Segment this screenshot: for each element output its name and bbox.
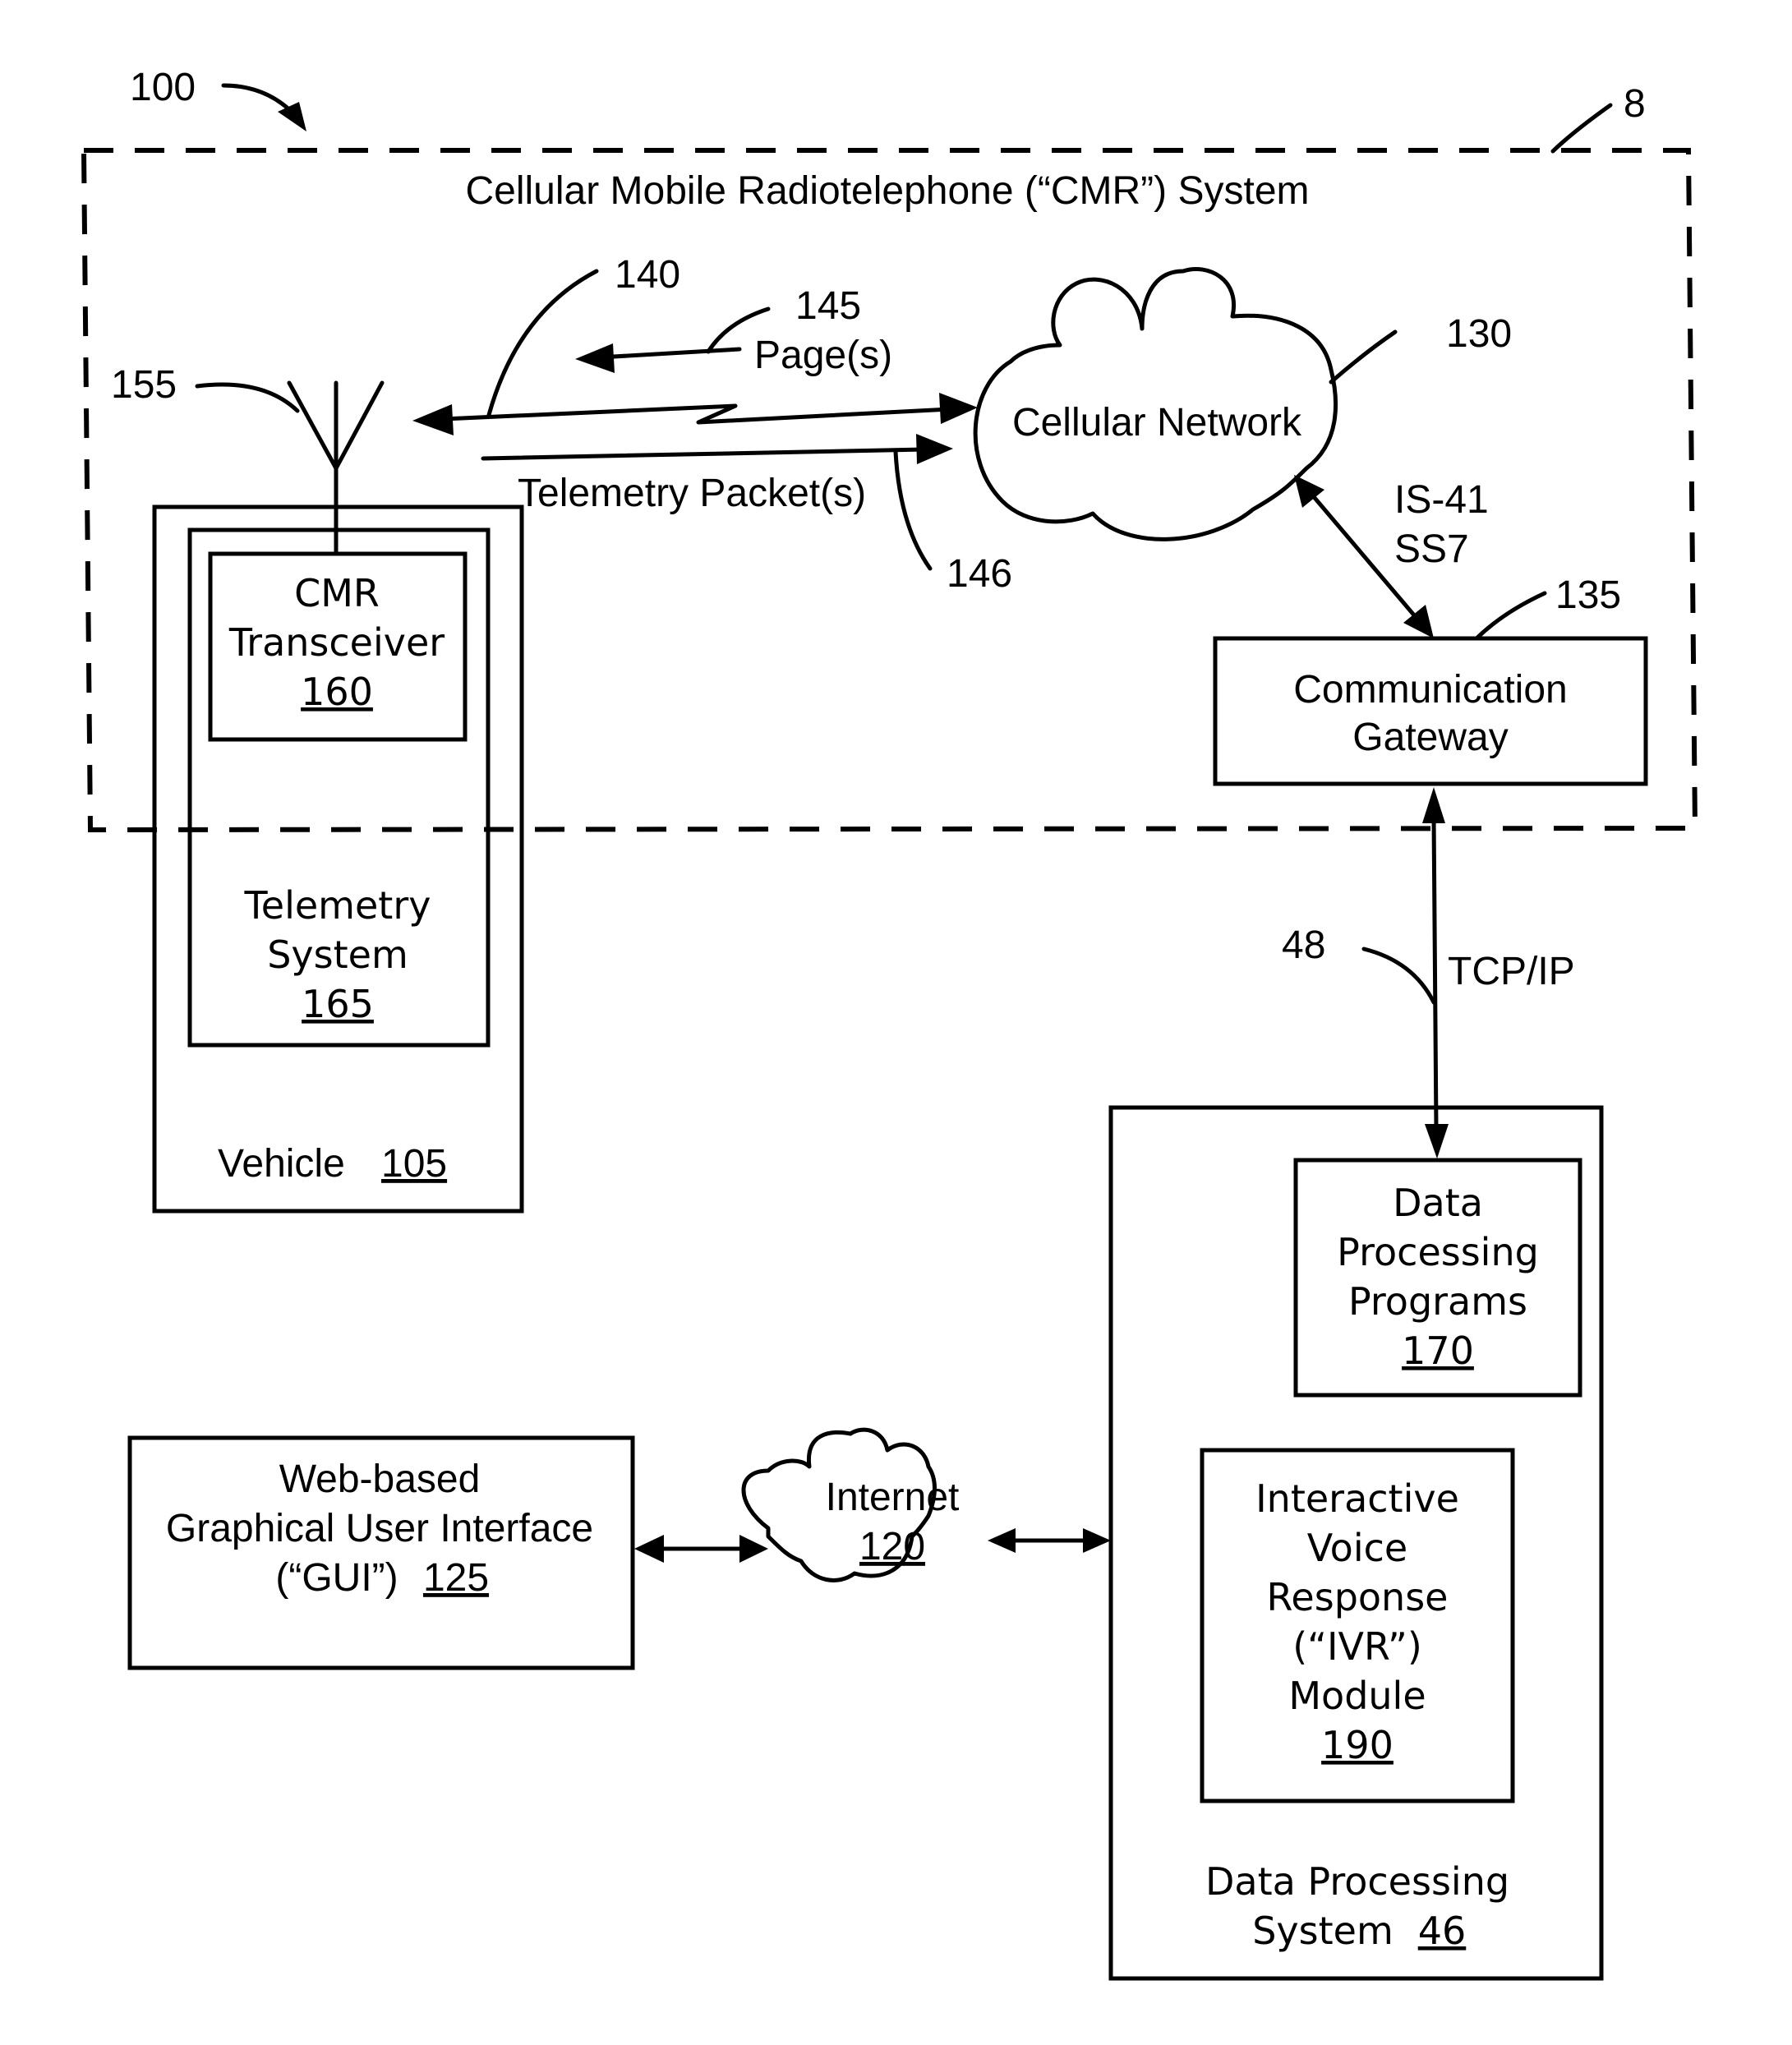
ivr-line1: Interactive bbox=[1255, 1476, 1459, 1521]
ref-146: 146 bbox=[947, 552, 1012, 596]
cmr-transceiver-line1: CMR bbox=[294, 571, 380, 615]
system-diagram: 100 Cellular Mobile Radiotelephone (“CMR… bbox=[81, 66, 1698, 1981]
internet-dps-right-arrowhead bbox=[1083, 1528, 1111, 1553]
ref-140: 140 bbox=[615, 253, 680, 297]
internet-dps-left-arrowhead bbox=[988, 1528, 1016, 1553]
ref-130: 130 bbox=[1446, 312, 1512, 356]
gui-internet-left-arrowhead bbox=[634, 1535, 664, 1563]
vehicle-label: Vehicle bbox=[218, 1142, 345, 1186]
wireless-link-right-arrowhead bbox=[939, 393, 978, 424]
ref-8: 8 bbox=[1624, 82, 1646, 126]
pages-arrowhead bbox=[575, 343, 615, 373]
dps-line1: Data Processing bbox=[1205, 1859, 1509, 1904]
dpp-ref: 170 bbox=[1402, 1329, 1474, 1373]
gui-internet-right-arrowhead bbox=[739, 1535, 768, 1563]
wireless-link-left-arrowhead bbox=[412, 404, 454, 435]
ref-146-leader bbox=[893, 449, 933, 571]
tcpip-top-arrowhead bbox=[1422, 787, 1445, 823]
ref-8-leader bbox=[1550, 103, 1613, 154]
dpp-line2: Processing bbox=[1337, 1230, 1539, 1274]
internet-ref: 120 bbox=[859, 1525, 925, 1568]
ref-155-leader bbox=[195, 382, 300, 413]
internet-label: Internet bbox=[826, 1476, 960, 1519]
dps-ref: 46 bbox=[1418, 1909, 1467, 1953]
is41-label: IS-41 bbox=[1394, 478, 1489, 522]
dps-line2: System bbox=[1252, 1909, 1394, 1953]
cmr-transceiver-line2: Transceiver bbox=[228, 620, 445, 665]
dpp-line1: Data bbox=[1393, 1181, 1483, 1225]
ivr-line4: (“IVR”) bbox=[1292, 1624, 1422, 1669]
telemetry-system-line1: Telemetry bbox=[244, 883, 431, 928]
telemetry-packets-arrow bbox=[481, 447, 927, 461]
ref-48: 48 bbox=[1282, 923, 1325, 967]
gui-line3: (“GUI”) bbox=[275, 1556, 398, 1600]
gateway-line1: Communication bbox=[1293, 668, 1567, 712]
ivr-ref: 190 bbox=[1321, 1723, 1394, 1767]
telemetry-system-ref: 165 bbox=[302, 982, 374, 1026]
dpp-line3: Programs bbox=[1348, 1279, 1527, 1324]
gui-line2: Graphical User Interface bbox=[166, 1507, 593, 1550]
ref-135: 135 bbox=[1555, 573, 1621, 617]
wireless-link-line bbox=[441, 403, 951, 425]
cmr-transceiver-ref: 160 bbox=[301, 670, 373, 714]
ivr-line2: Voice bbox=[1307, 1526, 1407, 1570]
ref-140-leader bbox=[486, 269, 599, 417]
ref-155: 155 bbox=[111, 363, 177, 407]
tcpip-bottom-arrowhead bbox=[1425, 1124, 1449, 1158]
antenna-icon bbox=[287, 380, 385, 555]
ref-135-leader bbox=[1474, 591, 1547, 641]
gui-line1: Web-based bbox=[279, 1458, 481, 1501]
gateway-line2: Gateway bbox=[1352, 716, 1508, 759]
ref-100-arrowhead bbox=[278, 102, 306, 131]
cmr-system-title: Cellular Mobile Radiotelephone (“CMR”) S… bbox=[465, 169, 1309, 213]
ref-130-leader bbox=[1329, 329, 1398, 385]
ivr-line5: Module bbox=[1288, 1674, 1426, 1718]
gui-ref: 125 bbox=[423, 1556, 489, 1600]
cellular-network-label: Cellular Network bbox=[1012, 401, 1302, 444]
ss7-label: SS7 bbox=[1394, 527, 1469, 571]
pages-arrow bbox=[597, 347, 742, 360]
telemetry-packets-arrowhead bbox=[916, 434, 953, 464]
tcpip-link bbox=[1431, 815, 1439, 1132]
ref-48-leader bbox=[1361, 947, 1436, 1005]
telemetry-system-line2: System bbox=[267, 933, 408, 977]
pages-label: Page(s) bbox=[754, 334, 892, 377]
vehicle-ref: 105 bbox=[381, 1142, 447, 1186]
ivr-line3: Response bbox=[1267, 1575, 1449, 1619]
tcpip-label: TCP/IP bbox=[1448, 950, 1575, 993]
ref-145: 145 bbox=[795, 284, 861, 328]
ref-100: 100 bbox=[130, 66, 196, 109]
telemetry-packets-label: Telemetry Packet(s) bbox=[518, 472, 866, 515]
